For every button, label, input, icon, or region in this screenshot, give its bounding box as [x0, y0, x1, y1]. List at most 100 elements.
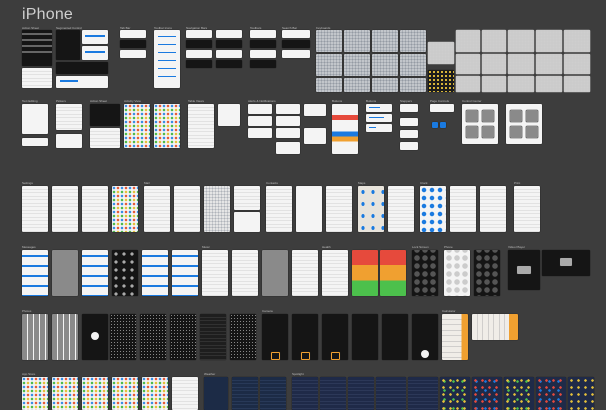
keyboard-dark-13 — [482, 76, 506, 92]
messages-2 — [52, 250, 78, 296]
photos-1 — [22, 314, 48, 360]
label-maps: Maps — [358, 181, 366, 185]
stepper-1 — [400, 104, 418, 112]
tab-bar-1 — [120, 30, 146, 38]
control-center-1 — [462, 104, 498, 144]
camera-2 — [292, 314, 318, 360]
keyboard-dark-7 — [456, 54, 480, 74]
table-view-1 — [188, 104, 214, 148]
label-camera: Camera — [262, 309, 273, 313]
video-player-2 — [542, 250, 590, 276]
search-bar-3 — [282, 50, 310, 58]
label-mail: Mail — [144, 181, 150, 185]
keyboard-dark-10 — [536, 54, 562, 74]
spotlight-1 — [292, 377, 318, 410]
segmented-dark-2 — [56, 62, 108, 74]
messages-5 — [142, 250, 168, 296]
camera-3 — [322, 314, 348, 360]
stepper-4 — [400, 142, 418, 150]
label-control-center: Control Center — [462, 99, 482, 103]
tab-bar-3 — [120, 50, 146, 58]
action-sheet-light — [90, 128, 120, 148]
alert-3 — [248, 128, 272, 138]
spotlight-6 — [440, 377, 470, 410]
label-phone: Phone — [444, 245, 453, 249]
mail-1 — [144, 186, 170, 232]
segmented-light-2 — [82, 46, 108, 60]
keyboard-10 — [344, 78, 370, 92]
keyboard-5 — [316, 54, 342, 76]
spotlight-8 — [504, 377, 534, 410]
label-music: Music — [202, 245, 210, 249]
keyboard-11 — [372, 78, 398, 92]
page-title: iPhone — [22, 6, 74, 23]
alert-9 — [304, 128, 326, 144]
emoji-keyboard — [428, 70, 454, 92]
spotlight-4 — [376, 377, 406, 410]
calculator-2 — [472, 314, 518, 340]
canvas: { "title": "iPhone", "sections": { "acti… — [0, 0, 606, 410]
camera-5 — [382, 314, 408, 360]
nav-bar-4 — [186, 60, 212, 68]
contacts-3 — [326, 186, 352, 232]
photos-2 — [52, 314, 78, 360]
toolbar-4 — [250, 60, 276, 68]
alert-5 — [276, 116, 300, 126]
label-photos: Photos — [22, 309, 32, 313]
alert-6 — [276, 128, 300, 138]
phone-2 — [474, 250, 500, 296]
health-1 — [322, 250, 348, 296]
keyboard-dark-12 — [456, 76, 480, 92]
messages-4 — [112, 250, 138, 296]
mail-5 — [234, 212, 260, 232]
text-editing-1 — [22, 104, 48, 134]
photos-5 — [140, 314, 166, 360]
keyboard-dark-8 — [482, 54, 506, 74]
mail-4 — [234, 186, 260, 210]
activity-view-2 — [154, 104, 180, 148]
weather-1 — [204, 377, 228, 410]
slider-1 — [366, 104, 392, 112]
label-lock-screen: Lock Screen — [412, 245, 429, 249]
label-spotlight: Spotlight — [292, 372, 304, 376]
tab-bar-2 — [120, 40, 146, 48]
contacts-1 — [266, 186, 292, 232]
music-2 — [232, 250, 258, 296]
keyboard-dark-4 — [508, 30, 534, 52]
photos-3 — [82, 314, 108, 360]
keyboard-dark-15 — [536, 76, 562, 92]
calculator-1 — [442, 314, 468, 360]
spotlight-10 — [568, 377, 594, 410]
mail-2 — [174, 186, 200, 232]
weather-2 — [232, 377, 258, 410]
mail-3 — [204, 186, 230, 232]
keyboard-dark-11 — [564, 54, 590, 74]
toolbar-icons-list — [154, 30, 180, 88]
spotlight-5 — [408, 377, 438, 410]
label-buttons: Buttons — [332, 99, 343, 103]
slider-2 — [366, 114, 392, 122]
toolbar-3 — [250, 50, 276, 58]
action-sheet-screen — [22, 30, 52, 66]
keyboard-3 — [372, 30, 398, 52]
label-clock: Clock — [420, 181, 428, 185]
messages-6 — [172, 250, 198, 296]
nav-bar-5 — [216, 30, 242, 38]
keyboard-dark-5 — [536, 30, 562, 52]
keyboard-dark-14 — [508, 76, 534, 92]
search-bar-1 — [282, 30, 310, 38]
keyboard-dark-6 — [564, 30, 590, 52]
keyboard-2 — [344, 30, 370, 52]
keyboard-dark-16 — [564, 76, 590, 92]
music-4 — [292, 250, 318, 296]
alert-2 — [248, 116, 272, 126]
messages-3 — [82, 250, 108, 296]
label-activity-view: Activity View — [124, 99, 141, 103]
action-sheet-dark — [90, 104, 120, 126]
keyboard-7 — [372, 54, 398, 76]
nav-bar-3 — [186, 50, 212, 58]
label-settings: Settings — [22, 181, 33, 185]
keyboard-dark-3 — [482, 30, 506, 52]
action-sheet-list — [22, 68, 52, 88]
control-center-2 — [506, 104, 542, 144]
